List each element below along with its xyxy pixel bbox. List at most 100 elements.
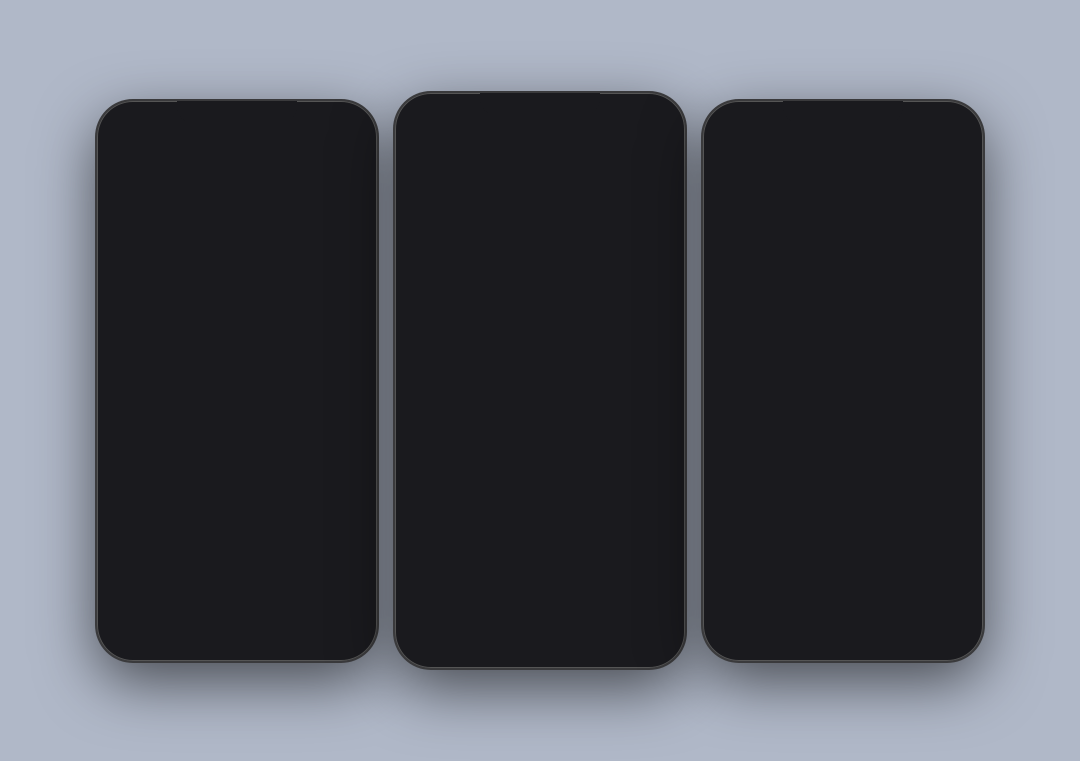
notif-app-her: HER [121,288,159,300]
news-icon-right [727,472,739,484]
wifi-icon: WiFi [135,116,151,125]
news-show-more[interactable]: Show more [619,418,665,428]
calendar-header: 📅 CALENDAR [405,308,675,331]
weather-desc: Mostly sunny [455,269,535,279]
more-label: more [121,364,142,374]
news-header: NEWS Show more [405,410,675,433]
date-left: Tuesday, September 13 [99,215,375,230]
notif-card-swiped: HER now I'm an annoying notification. Go… [109,278,321,384]
weather-temp: 30° [629,252,665,280]
notif-header-2hr-right: 2hr ago [727,388,959,397]
weather-notif-icon: ☁ [727,288,739,300]
notif-time-swiped: now [294,289,309,298]
search-icon: 🔍 [415,134,427,145]
notif-body-weather-right: I'm an annoying notification. Got like 3… [727,304,959,346]
camera-icon-left[interactable]: 📷 [308,619,328,639]
date-right: Tuesday, September 13 [705,215,981,230]
home-button-right[interactable] [825,611,861,647]
notif-app-weather-right: ☁ WEATHER [727,288,792,300]
news-widget: NEWS Show more OMG news! Something big h… [405,410,675,491]
favorites-icon: 📞 [415,506,427,518]
signal-icon-mid: ▌▌▌ [413,109,430,118]
favorites-show-more[interactable]: Show more [619,507,665,517]
notif-app-news-left: NEWS [121,486,167,498]
weather-header: ☁ WEATHER Show more [405,225,675,248]
weather-content: ☀️ Tel Aviv-Yafo Mostly sunny Chance of … [405,248,675,300]
cal-title: Brush dog's teeth [447,335,549,349]
calendar-app-name: 📅 CALENDAR [415,315,486,327]
clear-button[interactable]: CLEAR [321,278,365,384]
home-button-middle[interactable] [522,620,558,656]
camera-icon-middle[interactable]: 📷 [615,628,635,648]
bottom-bar-right: ⚡ 📷 [705,611,981,647]
her-icon [121,288,133,300]
phone-screen-middle: ▌▌▌ WiFi ✦ ▓▓▓ 🔍 Search 🎤 9:41 Tuesday, … [397,95,683,666]
camera-icon-right[interactable]: 📷 [914,619,934,639]
status-bar-middle: ▌▌▌ WiFi ✦ ▓▓▓ [397,103,683,123]
notif-time-2hr: 2hr ago [326,402,353,411]
press-more-weather-right: Press for more [727,350,786,360]
flashlight-icon-right[interactable]: ⚡ [752,619,772,639]
press-unlock-left[interactable]: Press to unlock [99,574,375,589]
news-image [621,437,665,481]
weather-app-name: ☁ WEATHER [415,232,479,244]
weather-right: 30° 32° / 28° [629,252,665,290]
cal-location: Bathroom [447,349,549,359]
weather-icon: ☁ [415,232,427,244]
weather-rain: Chance of Rain: 0% [455,279,535,289]
news-widget-icon [415,417,427,429]
weather-show-more[interactable]: Show more [619,233,665,243]
battery-icon-right: ▓▓▓ [948,116,966,125]
flashlight-icon-left[interactable]: ⚡ [146,619,166,639]
weather-city: Tel Aviv-Yafo [455,254,535,269]
news-content: OMG news! Something big has happend. For… [405,433,675,491]
notif-header-news-left: NEWS 4hr ago [121,486,353,498]
notif-footer-2hr-right: ↩ See all [727,433,959,444]
notif-time-news-right: 4hr ago [932,473,959,482]
status-left-icons: ▌▌▌ WiFi [115,116,151,125]
status-left-mid: ▌▌▌ WiFi [413,109,449,118]
notifications-area-right: ☁ WEATHER now I'm an annoying notificati… [715,278,971,562]
notif-body-2hr: I'm an annoying notification. Got like 2… [121,415,353,443]
notif-footer-weather-right: Press for more [727,350,959,360]
bt-icon: ✦ [332,116,339,125]
notif-time-weather-right: now [944,289,959,298]
see-all-left: ↩ See all [121,447,159,458]
signal-icon-right: ▌▌▌ [721,116,738,125]
favorites-app-name: 📞 FAVORITES [415,506,486,518]
phone-screen-left: ▌▌▌ WiFi ✦ ▓▓▓ 🔒 9:41 Tuesday, September… [99,103,375,659]
calendar-icon: 📅 [415,315,427,327]
bottom-bar-left: ⚡ 📷 [99,611,375,647]
status-right-right: ✦ ▓▓▓ [938,116,965,125]
search-bar[interactable]: 🔍 Search 🎤 [407,125,673,153]
press-unlock-right[interactable]: Press to unlock [705,574,981,589]
time-display-right: 9:41 Tuesday, September 13 [705,153,981,230]
sun-icon: ☀️ [415,255,447,287]
bottom-bar-middle: 🔔 📷 [397,620,683,656]
time-display-left: 9:41 Tuesday, September 13 [99,153,375,230]
notif-swiped-container: HER now I'm an annoying notification. Go… [109,278,365,384]
notif-card-2hr-left: 2hr ago I'm an annoying notification. Go… [109,392,365,468]
notif-swipe-inner: HER now I'm an annoying notification. Go… [109,278,365,384]
notif-header-weather-right: ☁ WEATHER now [727,288,959,300]
home-button-left[interactable] [219,611,255,647]
press-more-news-left: Press for more [121,548,180,558]
cal-next-time: 11 AM [415,382,665,392]
cal-details: Brush dog's teeth Bathroom 2nd floor [447,335,549,369]
mic-icon: 🎤 [653,134,665,145]
widget-area: ☁ WEATHER Show more ☀️ Tel Aviv-Yafo Mos… [405,225,675,533]
notif-app-news-right: NEWS [727,472,773,484]
phone-screen-right: ▌▌▌ WiFi ✦ ▓▓▓ 🔒 9:41 Tuesday, September… [705,103,981,659]
search-placeholder: Search [432,133,647,145]
wifi-icon-mid: WiFi [433,109,449,118]
calendar-widget: 📅 CALENDAR 10 AM Brush dog's teeth Bathr… [405,308,675,402]
bell-icon-middle[interactable]: 🔔 [445,628,465,648]
cal-event: 10 AM Brush dog's teeth Bathroom 2nd flo… [415,335,665,369]
weather-range: 32° / 28° [629,280,665,290]
news-body: Something big has happend. For realz. [415,461,613,473]
status-bar-left: ▌▌▌ WiFi ✦ ▓▓▓ [99,111,375,131]
weather-left: ☀️ Tel Aviv-Yafo Mostly sunny Chance of … [415,254,535,289]
notif-header-2hr: 2hr ago [121,402,353,411]
cal-time: 10 AM [415,337,441,369]
time-right: 9:41 [705,153,981,211]
